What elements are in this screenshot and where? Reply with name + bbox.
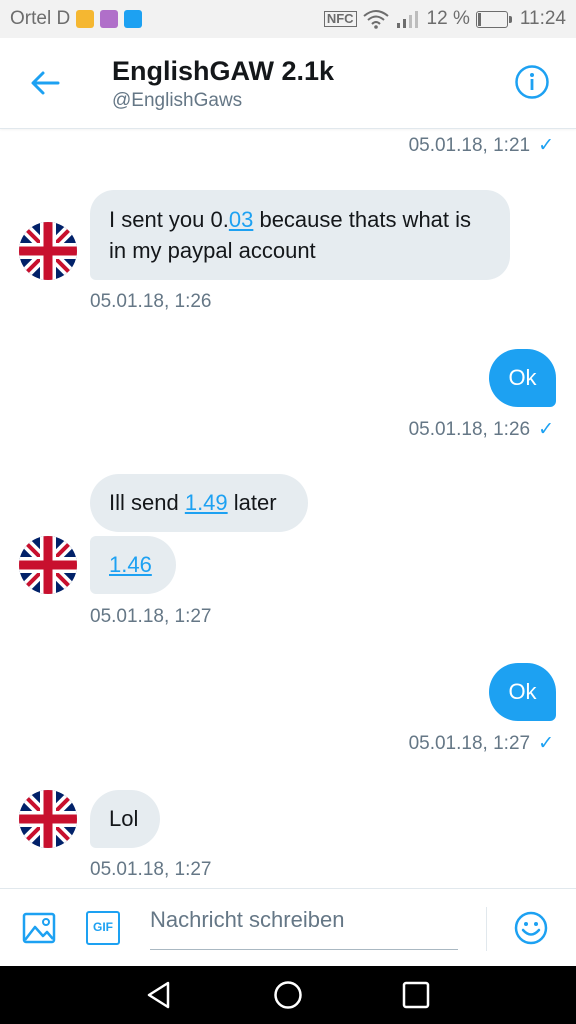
nav-home-icon[interactable] <box>273 980 303 1010</box>
message-link[interactable]: 03 <box>229 207 253 232</box>
wifi-icon <box>362 10 389 29</box>
battery-icon <box>475 10 512 28</box>
conversation-title: EnglishGAW 2.1k <box>112 56 335 86</box>
read-check-icon: ✓ <box>538 419 554 440</box>
read-check-icon: ✓ <box>538 733 554 754</box>
message-bubble-incoming[interactable]: 1.46 <box>90 536 176 594</box>
battery-percent: 12 % <box>426 8 470 29</box>
lock-notification-icon <box>76 10 95 28</box>
divider <box>486 907 487 951</box>
user-avatar[interactable] <box>19 536 77 594</box>
nfc-icon: NFC <box>323 11 357 27</box>
user-avatar[interactable] <box>19 790 77 848</box>
twitter-notification-icon <box>124 10 143 28</box>
compose-bar: GIF Nachricht schreiben <box>0 888 576 967</box>
input-underline <box>150 949 458 950</box>
message-timestamp: 05.01.18, 1:21 ✓ <box>408 135 554 156</box>
signal-icon <box>396 11 418 28</box>
read-check-icon: ✓ <box>538 135 554 156</box>
image-icon[interactable] <box>22 911 56 945</box>
status-bar: Ortel D NFC 12 % 11:24 <box>0 0 576 38</box>
emoji-icon[interactable] <box>514 911 548 945</box>
info-icon[interactable] <box>514 64 550 100</box>
message-timestamp: 05.01.18, 1:26 ✓ <box>408 419 554 440</box>
system-nav-bar <box>0 966 576 1024</box>
message-link[interactable]: 1.49 <box>185 490 228 515</box>
conversation-handle: @EnglishGaws <box>112 90 243 111</box>
user-avatar[interactable] <box>19 222 77 280</box>
back-arrow-icon[interactable] <box>28 66 62 100</box>
message-bubble-outgoing[interactable]: Ok <box>489 349 556 407</box>
carrier-label: Ortel D <box>10 8 71 29</box>
message-bubble-incoming[interactable]: I sent you 0.03 because thats what is in… <box>90 190 510 280</box>
message-bubble-outgoing[interactable]: Ok <box>489 663 556 721</box>
message-bubble-incoming[interactable]: Lol <box>90 790 160 848</box>
message-timestamp: 05.01.18, 1:27 <box>90 859 212 880</box>
message-timestamp: 05.01.18, 1:27 ✓ <box>408 733 554 754</box>
conversation-header: EnglishGAW 2.1k @EnglishGaws <box>0 38 576 129</box>
message-timestamp: 05.01.18, 1:27 <box>90 606 212 627</box>
nav-recents-icon[interactable] <box>401 980 431 1010</box>
message-bubble-incoming[interactable]: Ill send 1.49 later <box>90 474 308 532</box>
clock: 11:24 <box>519 8 566 29</box>
gif-icon[interactable]: GIF <box>86 911 120 945</box>
message-timestamp: 05.01.18, 1:26 <box>90 291 212 312</box>
nav-back-icon[interactable] <box>144 980 174 1010</box>
gallery-notification-icon <box>100 10 119 28</box>
message-input[interactable]: Nachricht schreiben <box>150 907 344 933</box>
message-link[interactable]: 1.46 <box>109 552 152 577</box>
